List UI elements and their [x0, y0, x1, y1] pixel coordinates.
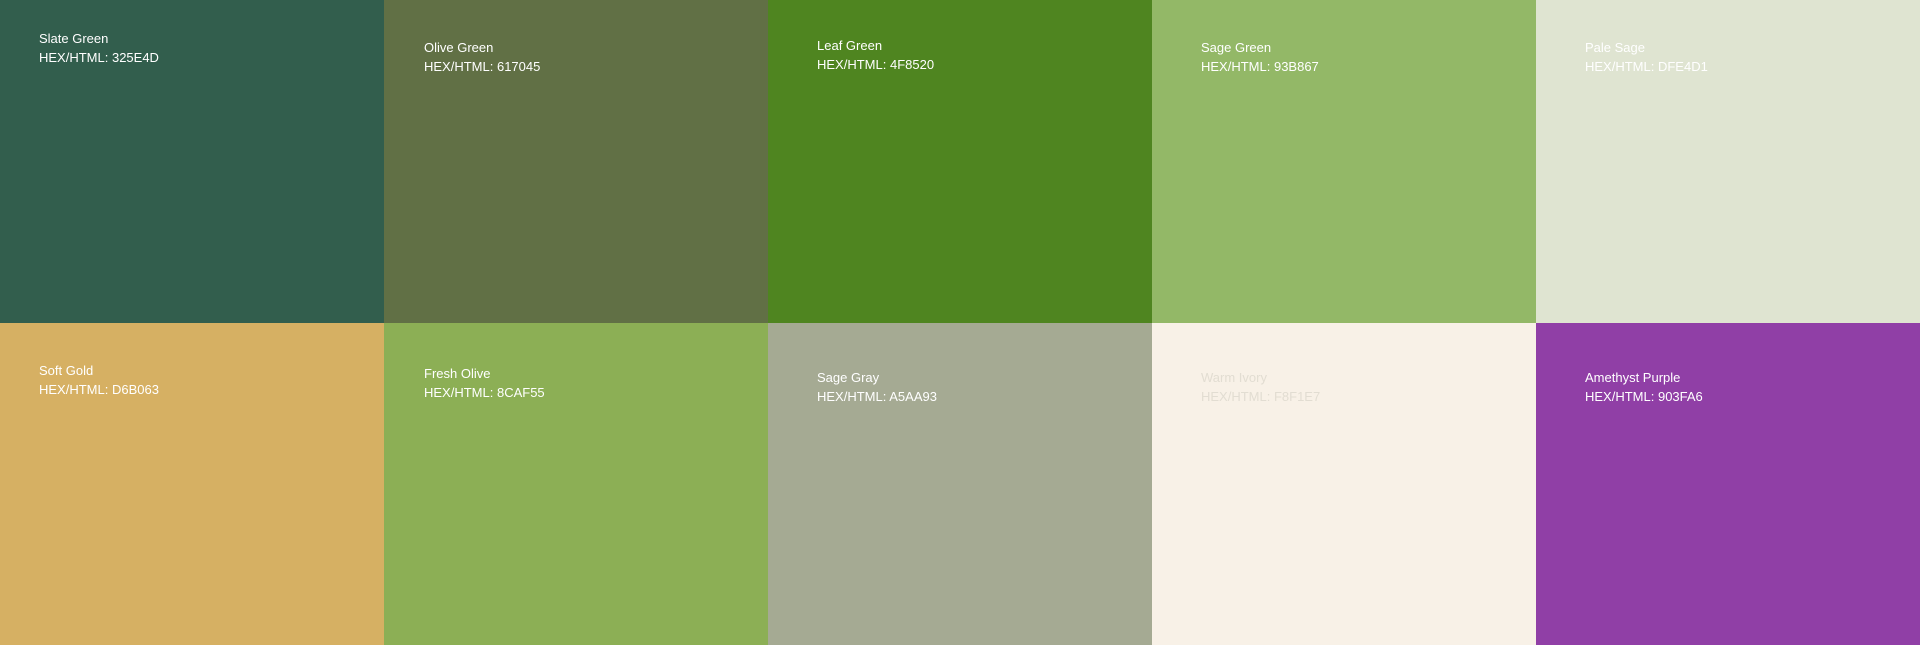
hex-prefix: HEX/HTML:	[39, 50, 112, 65]
color-palette-grid: Slate Green HEX/HTML: 325E4D Olive Green…	[0, 0, 1920, 645]
hex-value: 903FA6	[1657, 389, 1703, 404]
hex-prefix: HEX/HTML:	[424, 385, 497, 400]
swatch-hex: HEX/HTML: 4F8520	[817, 55, 934, 74]
swatch-hex: HEX/HTML: A5AA93	[817, 387, 937, 406]
swatch-label: Slate Green HEX/HTML: 325E4D	[39, 29, 159, 67]
swatch-hex: HEX/HTML: 325E4D	[39, 48, 159, 67]
swatch-label: Sage Green HEX/HTML: 93B867	[1201, 38, 1319, 76]
hex-prefix: HEX/HTML:	[1585, 59, 1658, 74]
swatch-label: Sage Gray HEX/HTML: A5AA93	[817, 368, 937, 406]
swatch-name: Leaf Green	[817, 38, 883, 53]
hex-prefix: HEX/HTML:	[817, 57, 890, 72]
swatch-hex: HEX/HTML: DFE4D1	[1585, 57, 1708, 76]
swatch-sage-gray: Sage Gray HEX/HTML: A5AA93	[768, 323, 1152, 645]
hex-prefix: HEX/HTML:	[1201, 59, 1274, 74]
hex-value: A5AA93	[889, 389, 937, 404]
hex-value: 8CAF55	[496, 385, 545, 400]
hex-value: F8F1E7	[1273, 389, 1321, 404]
hex-prefix: HEX/HTML:	[1585, 389, 1658, 404]
swatch-name: Pale Sage	[1585, 40, 1645, 55]
swatch-name: Fresh Olive	[424, 366, 491, 381]
swatch-name: Sage Gray	[817, 370, 880, 385]
swatch-soft-gold: Soft Gold HEX/HTML: D6B063	[0, 323, 384, 645]
swatch-slate-green: Slate Green HEX/HTML: 325E4D	[0, 0, 384, 323]
swatch-name: Amethyst Purple	[1585, 370, 1681, 385]
swatch-hex: HEX/HTML: 903FA6	[1585, 387, 1703, 406]
swatch-olive-green: Olive Green HEX/HTML: 617045	[384, 0, 768, 323]
swatch-label: Pale Sage HEX/HTML: DFE4D1	[1585, 38, 1708, 76]
swatch-label: Leaf Green HEX/HTML: 4F8520	[817, 36, 934, 74]
swatch-warm-ivory: Warm Ivory HEX/HTML: F8F1E7	[1152, 323, 1536, 645]
hex-value: DFE4D1	[1657, 59, 1708, 74]
swatch-hex: HEX/HTML: 8CAF55	[424, 383, 545, 402]
swatch-label: Warm Ivory HEX/HTML: F8F1E7	[1201, 368, 1320, 406]
hex-prefix: HEX/HTML:	[424, 59, 497, 74]
hex-value: D6B063	[111, 382, 159, 397]
swatch-amethyst-purple: Amethyst Purple HEX/HTML: 903FA6	[1536, 323, 1920, 645]
swatch-label: Fresh Olive HEX/HTML: 8CAF55	[424, 364, 545, 402]
swatch-name: Sage Green	[1201, 40, 1272, 55]
hex-value: 4F8520	[889, 57, 935, 72]
hex-prefix: HEX/HTML:	[817, 389, 890, 404]
hex-value: 617045	[496, 59, 541, 74]
swatch-fresh-olive: Fresh Olive HEX/HTML: 8CAF55	[384, 323, 768, 645]
hex-prefix: HEX/HTML:	[1201, 389, 1274, 404]
swatch-pale-sage: Pale Sage HEX/HTML: DFE4D1	[1536, 0, 1920, 323]
swatch-hex: HEX/HTML: 617045	[424, 57, 540, 76]
swatch-name: Olive Green	[424, 40, 494, 55]
swatch-name: Warm Ivory	[1201, 370, 1267, 385]
swatch-leaf-green: Leaf Green HEX/HTML: 4F8520	[768, 0, 1152, 323]
swatch-name: Soft Gold	[39, 363, 94, 378]
hex-prefix: HEX/HTML:	[39, 382, 112, 397]
swatch-label: Amethyst Purple HEX/HTML: 903FA6	[1585, 368, 1703, 406]
swatch-label: Olive Green HEX/HTML: 617045	[424, 38, 540, 76]
hex-value: 93B867	[1273, 59, 1319, 74]
swatch-hex: HEX/HTML: F8F1E7	[1201, 387, 1320, 406]
swatch-hex: HEX/HTML: D6B063	[39, 380, 159, 399]
hex-value: 325E4D	[111, 50, 159, 65]
swatch-label: Soft Gold HEX/HTML: D6B063	[39, 361, 159, 399]
swatch-name: Slate Green	[39, 31, 109, 46]
swatch-sage-green: Sage Green HEX/HTML: 93B867	[1152, 0, 1536, 323]
swatch-hex: HEX/HTML: 93B867	[1201, 57, 1319, 76]
